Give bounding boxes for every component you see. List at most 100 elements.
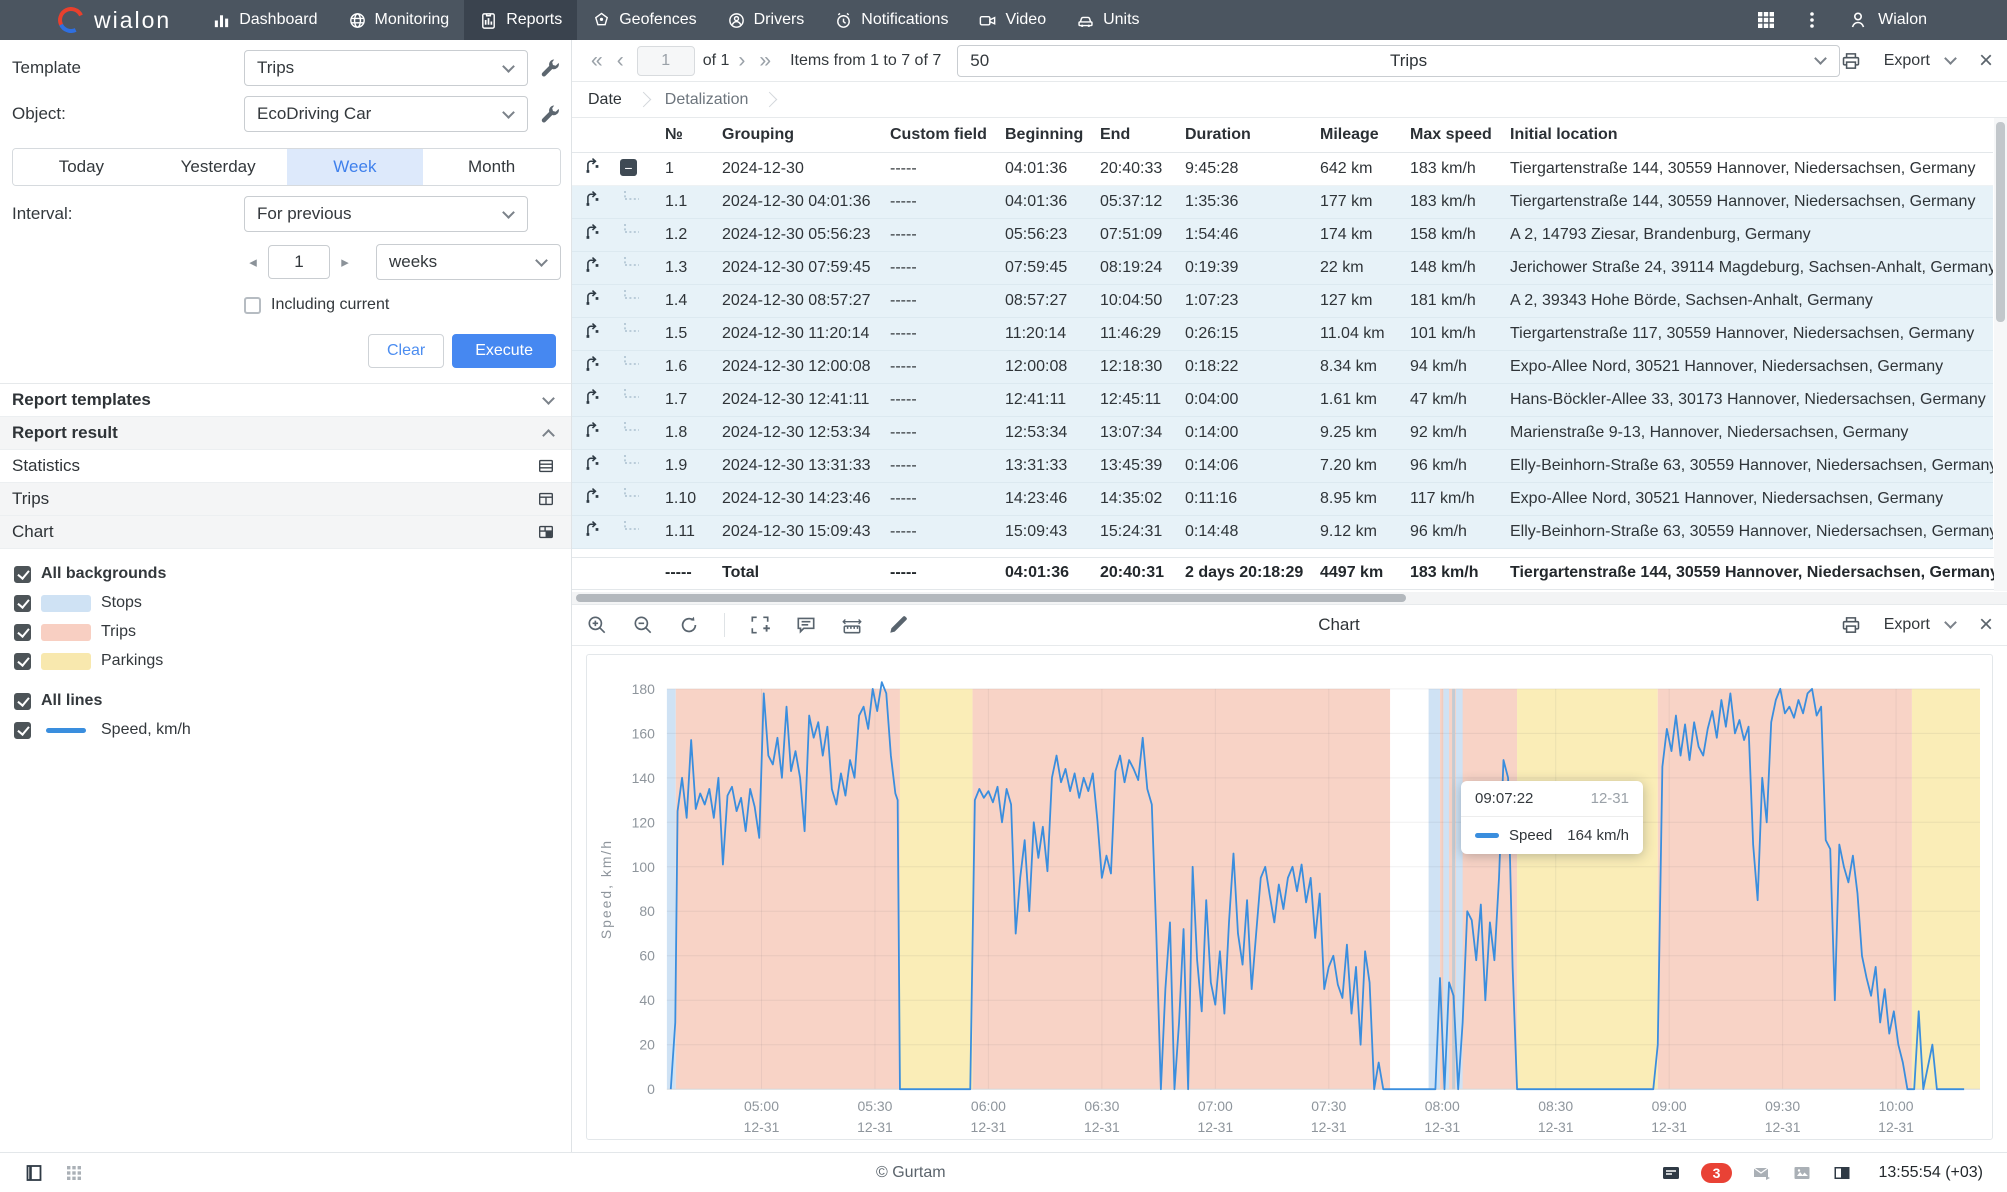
cell-beginning[interactable]: 15:09:43 <box>995 515 1090 548</box>
cell-beginning[interactable]: 04:01:36 <box>995 185 1090 218</box>
show-route-icon[interactable] <box>582 156 602 176</box>
table-row[interactable]: 1.82024-12-30 12:53:34-----12:53:3413:07… <box>572 416 1993 449</box>
table-row[interactable]: 1.42024-12-30 08:57:27-----08:57:2710:04… <box>572 284 1993 317</box>
print-icon[interactable] <box>1840 614 1862 636</box>
column-header[interactable]: Duration <box>1175 118 1310 152</box>
speed-chart[interactable]: 02040608010012014016018005:0012-3105:301… <box>587 655 1992 1139</box>
cell-end[interactable]: 14:35:02 <box>1090 482 1175 515</box>
interval-count-input[interactable] <box>268 245 330 279</box>
zoom-reset-icon[interactable] <box>678 614 700 636</box>
nav-item-notifications[interactable]: Notifications <box>819 0 963 40</box>
tab-month[interactable]: Month <box>423 149 560 185</box>
wialon-logo[interactable]: wialon <box>0 7 197 34</box>
print-icon[interactable] <box>1840 50 1862 72</box>
next-page-icon[interactable]: › <box>733 50 750 71</box>
chart-export-button[interactable]: Export <box>1884 616 1957 634</box>
table-row[interactable]: 1.112024-12-30 15:09:43-----15:09:4315:2… <box>572 515 1993 548</box>
sidebar-section-report-templates[interactable]: Report templates <box>0 384 571 417</box>
column-header[interactable]: Initial location <box>1500 118 1993 152</box>
table-row[interactable]: 1.62024-12-30 12:00:08-----12:00:0812:18… <box>572 350 1993 383</box>
all-lines-checkbox[interactable] <box>14 693 31 710</box>
cell-beginning[interactable]: 11:20:14 <box>995 317 1090 350</box>
table-row[interactable]: 1.102024-12-30 14:23:46-----14:23:4614:3… <box>572 482 1993 515</box>
nav-item-reports[interactable]: Reports <box>464 0 577 40</box>
cell-beginning[interactable]: 12:00:08 <box>995 350 1090 383</box>
cell-end[interactable]: 11:46:29 <box>1090 317 1175 350</box>
horizontal-scrollbar-thumb[interactable] <box>576 594 1406 602</box>
prev-page-icon[interactable]: ‹ <box>612 50 629 71</box>
column-header[interactable]: Custom field <box>880 118 995 152</box>
cell-beginning[interactable]: 13:31:33 <box>995 449 1090 482</box>
cell-beginning[interactable]: 12:41:11 <box>995 383 1090 416</box>
nav-item-dashboard[interactable]: Dashboard <box>197 0 332 40</box>
object-settings-wrench-icon[interactable] <box>539 103 561 125</box>
cell-beginning[interactable]: 12:53:34 <box>995 416 1090 449</box>
zoom-out-icon[interactable] <box>632 614 654 636</box>
show-route-icon[interactable] <box>582 255 602 275</box>
measure-icon[interactable] <box>841 614 863 636</box>
show-route-icon[interactable] <box>582 453 602 473</box>
stepper-increase-icon[interactable]: ▸ <box>336 253 354 271</box>
cell-beginning[interactable]: 08:57:27 <box>995 284 1090 317</box>
page-number-input[interactable] <box>637 46 695 76</box>
cell-end[interactable]: 10:04:50 <box>1090 284 1175 317</box>
nav-item-units[interactable]: Units <box>1061 0 1154 40</box>
table-row[interactable]: 1.52024-12-30 11:20:14-----11:20:1411:46… <box>572 317 1993 350</box>
template-settings-wrench-icon[interactable] <box>539 57 561 79</box>
interval-select[interactable]: For previous <box>244 196 528 232</box>
column-header[interactable]: № <box>655 118 712 152</box>
nav-item-geofences[interactable]: Geofences <box>577 0 711 40</box>
show-route-icon[interactable] <box>582 189 602 209</box>
show-route-icon[interactable] <box>582 222 602 242</box>
including-current-checkbox[interactable] <box>244 297 261 314</box>
cell-end[interactable]: 12:18:30 <box>1090 350 1175 383</box>
sidebar-section-statistics[interactable]: Statistics <box>0 450 571 483</box>
cell-end[interactable]: 08:19:24 <box>1090 251 1175 284</box>
object-select[interactable]: EcoDriving Car <box>244 96 528 132</box>
apps-grid-icon[interactable] <box>1756 10 1776 30</box>
show-route-icon[interactable] <box>582 387 602 407</box>
panel-split-icon[interactable] <box>1832 1163 1852 1183</box>
trips-checkbox[interactable] <box>14 624 31 641</box>
parkings-checkbox[interactable] <box>14 653 31 670</box>
sidebar-section-chart[interactable]: Chart <box>0 516 571 549</box>
table-row[interactable]: 1.12024-12-30 04:01:36-----04:01:3605:37… <box>572 185 1993 218</box>
horizontal-scrollbar[interactable] <box>572 592 2007 604</box>
clear-button[interactable]: Clear <box>368 334 444 368</box>
show-route-icon[interactable] <box>582 486 602 506</box>
export-button[interactable]: Export <box>1884 52 1957 70</box>
nav-item-drivers[interactable]: Drivers <box>712 0 820 40</box>
column-header[interactable]: Max speed <box>1400 118 1500 152</box>
toggle-sidebar-icon[interactable] <box>24 1163 44 1183</box>
mail-send-icon[interactable] <box>1752 1163 1772 1183</box>
notifications-panel-icon[interactable] <box>1661 1163 1681 1183</box>
close-chart-icon[interactable]: × <box>1979 613 1993 637</box>
show-route-icon[interactable] <box>582 288 602 308</box>
cell-beginning[interactable]: 04:01:36 <box>995 152 1090 185</box>
cell-end[interactable]: 20:40:33 <box>1090 152 1175 185</box>
show-route-icon[interactable] <box>582 519 602 539</box>
cell-end[interactable]: 07:51:09 <box>1090 218 1175 251</box>
cell-beginning[interactable]: 14:23:46 <box>995 482 1090 515</box>
column-header[interactable]: Beginning <box>995 118 1090 152</box>
vertical-scrollbar-thumb[interactable] <box>1996 122 2005 322</box>
close-report-icon[interactable]: × <box>1979 49 1993 73</box>
show-route-icon[interactable] <box>582 354 602 374</box>
edit-icon[interactable] <box>887 614 909 636</box>
cell-beginning[interactable]: 07:59:45 <box>995 251 1090 284</box>
breadcrumb-detalization[interactable]: Detalization <box>665 91 749 109</box>
nav-item-video[interactable]: Video <box>963 0 1061 40</box>
grid-dots-icon[interactable] <box>64 1163 84 1183</box>
table-row[interactable]: 1.22024-12-30 05:56:23-----05:56:2307:51… <box>572 218 1993 251</box>
cell-end[interactable]: 13:45:39 <box>1090 449 1175 482</box>
sidebar-section-report-result[interactable]: Report result <box>0 417 571 450</box>
zoom-in-icon[interactable] <box>586 614 608 636</box>
tab-yesterday[interactable]: Yesterday <box>150 149 287 185</box>
column-header[interactable]: Mileage <box>1310 118 1400 152</box>
breadcrumb-date[interactable]: Date <box>588 91 622 109</box>
show-route-icon[interactable] <box>582 321 602 341</box>
select-area-icon[interactable] <box>749 614 771 636</box>
tab-today[interactable]: Today <box>13 149 150 185</box>
template-select[interactable]: Trips <box>244 50 528 86</box>
interval-unit-select[interactable]: weeks <box>376 244 561 280</box>
